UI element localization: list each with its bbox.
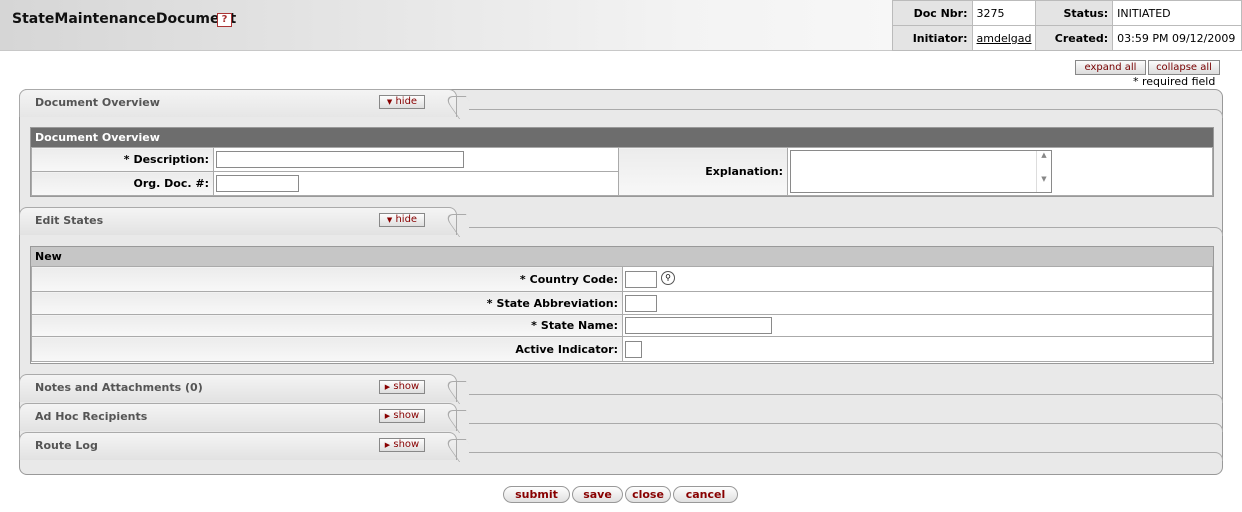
tab-ad-hoc-recipients: Ad Hoc Recipients ▶ show [19, 403, 1223, 432]
initiator-link[interactable]: amdelgad [977, 32, 1032, 45]
created-label: Created: [1035, 25, 1114, 51]
state-abbreviation-input[interactable] [625, 294, 657, 312]
arrow-right-icon: ▶ [384, 412, 391, 420]
help-icon[interactable]: ? [217, 13, 232, 27]
doc-nbr-label: Doc Nbr: [892, 0, 973, 26]
tab-notes-attachments: Notes and Attachments (0) ▶ show [19, 374, 1223, 403]
required-field-note: * required field [1133, 75, 1216, 88]
document-info-table: Doc Nbr: 3275 Status: INITIATED Initiato… [892, 0, 1242, 51]
section-header: Document Overview [31, 128, 1213, 147]
save-button[interactable]: save [572, 486, 623, 503]
country-code-input[interactable] [625, 270, 657, 288]
toggle-label: hide [395, 96, 418, 107]
submit-button[interactable]: submit [503, 486, 570, 503]
magnifier-icon[interactable]: ⚲ [661, 270, 675, 285]
tab-title: Edit States [35, 214, 104, 227]
active-indicator-label: Active Indicator: [31, 336, 623, 362]
tab-route-log: Route Log ▶ show [19, 432, 1223, 461]
collapse-all-button[interactable]: collapse all [1148, 60, 1220, 75]
initiator-label: Initiator: [892, 25, 973, 51]
status-value: INITIATED [1112, 0, 1242, 26]
tab-edit-states: Edit States ▼ hide [19, 207, 1223, 236]
country-code-label: * Country Code: [31, 266, 623, 292]
arrow-right-icon: ▶ [384, 383, 391, 391]
section-header: New [31, 247, 1213, 266]
hide-overview-button[interactable]: ▼ hide [379, 95, 425, 109]
tab-title: Notes and Attachments (0) [35, 381, 203, 394]
arrow-right-icon: ▶ [384, 441, 391, 449]
org-doc-input[interactable] [216, 175, 299, 192]
document-header: StateMaintenanceDocument ? Doc Nbr: 3275… [0, 0, 1242, 51]
show-adhoc-button[interactable]: ▶ show [379, 409, 425, 423]
tab-document-overview: Document Overview ▼ hide [19, 89, 1223, 118]
toggle-label: show [393, 439, 420, 450]
doc-nbr-value: 3275 [971, 0, 1037, 26]
explanation-label: Explanation: [618, 147, 788, 196]
show-notes-button[interactable]: ▶ show [379, 380, 425, 394]
hide-edit-states-button[interactable]: ▼ hide [379, 213, 425, 227]
tab-title: Document Overview [35, 96, 160, 109]
description-input[interactable] [216, 151, 464, 168]
status-label: Status: [1035, 0, 1114, 26]
toggle-label: show [393, 381, 420, 392]
explanation-textarea[interactable]: ▲ ▼ [790, 150, 1052, 193]
state-name-label: * State Name: [31, 314, 623, 337]
expand-all-button[interactable]: expand all [1075, 60, 1146, 75]
toggle-label: show [393, 410, 420, 421]
close-button[interactable]: close [625, 486, 671, 503]
state-abbreviation-label: * State Abbreviation: [31, 291, 623, 315]
created-value: 03:59 PM 09/12/2009 [1112, 25, 1242, 51]
cancel-button[interactable]: cancel [673, 486, 738, 503]
tab-title: Route Log [35, 439, 98, 452]
edit-states-section: New * Country Code: ⚲ * State Abbreviation… [30, 246, 1214, 364]
page-title: StateMaintenanceDocument [12, 11, 237, 27]
document-overview-section: Document Overview * Description: Explanat… [30, 127, 1214, 197]
org-doc-label: Org. Doc. #: [31, 171, 214, 196]
arrow-down-icon: ▼ [386, 216, 393, 224]
active-indicator-checkbox[interactable] [625, 340, 642, 358]
arrow-down-icon: ▼ [386, 98, 393, 106]
state-name-input[interactable] [625, 317, 772, 334]
description-label: * Description: [31, 147, 214, 172]
show-route-log-button[interactable]: ▶ show [379, 438, 425, 452]
textarea-scrollbar[interactable]: ▲ ▼ [1036, 151, 1051, 192]
toggle-label: hide [395, 214, 418, 225]
tab-title: Ad Hoc Recipients [35, 410, 148, 423]
